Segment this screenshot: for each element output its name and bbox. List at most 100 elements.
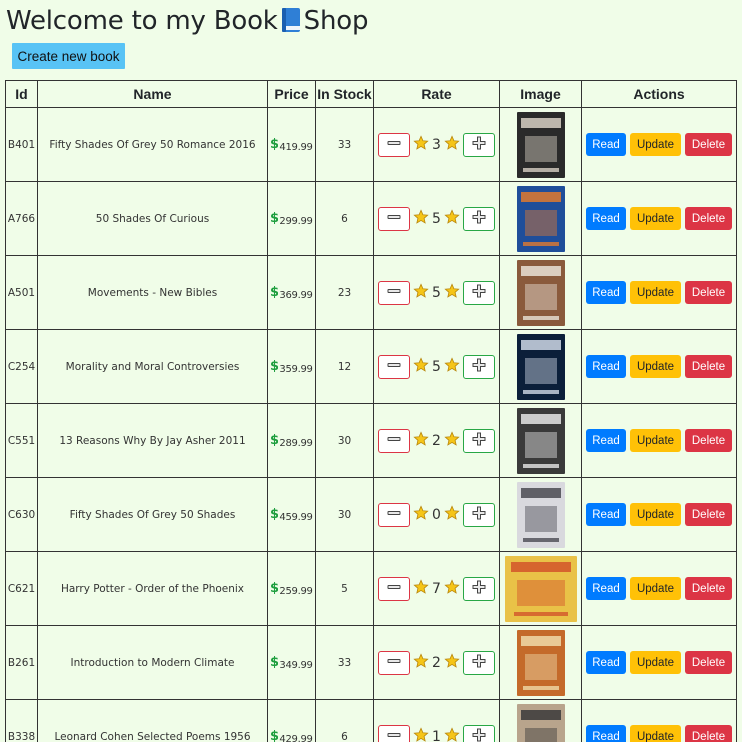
table-row: C621 Harry Potter - Order of the Phoenix $… — [5, 551, 737, 626]
minus-icon — [386, 579, 402, 598]
delete-button[interactable]: Delete — [685, 725, 732, 742]
book-cover-image — [516, 185, 565, 252]
actions-cell: Read Update Delete — [581, 329, 737, 404]
table-row: B338 Leonard Cohen Selected Poems 1956 $42… — [5, 699, 737, 742]
column-header-image: Image — [499, 80, 582, 108]
update-button[interactable]: Update — [630, 207, 681, 230]
star-icon — [413, 357, 429, 376]
update-button[interactable]: Update — [630, 133, 681, 156]
star-icon — [444, 579, 460, 598]
update-button[interactable]: Update — [630, 577, 681, 600]
rate-value: 3 — [432, 136, 441, 153]
rate-value: 7 — [432, 580, 441, 597]
read-button[interactable]: Read — [586, 651, 626, 674]
book-price: 349.99 — [279, 660, 313, 671]
book-stock: 5 — [315, 551, 374, 626]
read-button[interactable]: Read — [586, 577, 626, 600]
rate-cell: 1 — [373, 699, 500, 742]
decrease-rate-button[interactable] — [378, 576, 411, 601]
rate-value: 5 — [432, 210, 441, 227]
read-button[interactable]: Read — [586, 355, 626, 378]
decrease-rate-button[interactable] — [378, 206, 411, 231]
read-button[interactable]: Read — [586, 429, 626, 452]
increase-rate-button[interactable] — [462, 280, 495, 305]
page-title: Welcome to my Book Shop — [6, 3, 368, 43]
book-cover-image — [516, 629, 565, 696]
decrease-rate-button[interactable] — [378, 724, 411, 742]
star-icon — [413, 209, 429, 228]
column-header-name: Name — [37, 80, 268, 108]
book-price: 419.99 — [279, 142, 313, 153]
minus-icon — [386, 653, 402, 672]
book-stock: 30 — [315, 477, 374, 552]
update-button[interactable]: Update — [630, 651, 681, 674]
minus-icon — [386, 431, 402, 450]
read-button[interactable]: Read — [586, 503, 626, 526]
minus-icon — [386, 135, 402, 154]
star-icon — [413, 727, 429, 742]
book-price: 359.99 — [279, 364, 313, 375]
dollar-sign-icon: $ — [270, 580, 279, 597]
book-stock: 23 — [315, 255, 374, 330]
update-button[interactable]: Update — [630, 503, 681, 526]
delete-button[interactable]: Delete — [685, 355, 732, 378]
increase-rate-button[interactable] — [462, 206, 495, 231]
dollar-sign-icon: $ — [270, 654, 279, 671]
book-id: A766 — [5, 181, 38, 256]
decrease-rate-button[interactable] — [378, 354, 411, 379]
book-stock: 33 — [315, 625, 374, 700]
increase-rate-button[interactable] — [462, 502, 495, 527]
increase-rate-button[interactable] — [462, 724, 495, 742]
book-name: 50 Shades Of Curious — [37, 181, 268, 256]
dollar-sign-icon: $ — [270, 136, 279, 153]
update-button[interactable]: Update — [630, 429, 681, 452]
delete-button[interactable]: Delete — [685, 577, 732, 600]
read-button[interactable]: Read — [586, 725, 626, 742]
actions-cell: Read Update Delete — [581, 181, 737, 256]
increase-rate-button[interactable] — [462, 650, 495, 675]
actions-cell: Read Update Delete — [581, 477, 737, 552]
rate-cell: 5 — [373, 329, 500, 404]
read-button[interactable]: Read — [586, 281, 626, 304]
read-button[interactable]: Read — [586, 133, 626, 156]
update-button[interactable]: Update — [630, 281, 681, 304]
delete-button[interactable]: Delete — [685, 281, 732, 304]
book-id: B401 — [5, 107, 38, 182]
column-header-id: Id — [5, 80, 38, 108]
minus-icon — [386, 283, 402, 302]
decrease-rate-button[interactable] — [378, 650, 411, 675]
plus-icon — [471, 135, 487, 154]
book-price-cell: $289.99 — [267, 403, 316, 478]
increase-rate-button[interactable] — [462, 576, 495, 601]
delete-button[interactable]: Delete — [685, 429, 732, 452]
page-title-before: Welcome to my Book — [6, 6, 278, 36]
dollar-sign-icon: $ — [270, 358, 279, 375]
delete-button[interactable]: Delete — [685, 133, 732, 156]
delete-button[interactable]: Delete — [685, 503, 732, 526]
delete-button[interactable]: Delete — [685, 651, 732, 674]
read-button[interactable]: Read — [586, 207, 626, 230]
increase-rate-button[interactable] — [462, 428, 495, 453]
increase-rate-button[interactable] — [462, 132, 495, 157]
page-title-after: Shop — [303, 6, 369, 36]
plus-icon — [471, 283, 487, 302]
book-name: Morality and Moral Controversies — [37, 329, 268, 404]
star-icon — [413, 653, 429, 672]
star-icon — [413, 505, 429, 524]
decrease-rate-button[interactable] — [378, 502, 411, 527]
decrease-rate-button[interactable] — [378, 132, 411, 157]
actions-cell: Read Update Delete — [581, 403, 737, 478]
star-icon — [444, 431, 460, 450]
decrease-rate-button[interactable] — [378, 428, 411, 453]
delete-button[interactable]: Delete — [685, 207, 732, 230]
dollar-sign-icon: $ — [270, 210, 279, 227]
book-image-cell — [499, 181, 582, 256]
book-price-cell: $429.99 — [267, 699, 316, 742]
update-button[interactable]: Update — [630, 725, 681, 742]
book-id: B338 — [5, 699, 38, 742]
increase-rate-button[interactable] — [462, 354, 495, 379]
rate-value: 2 — [432, 654, 441, 671]
decrease-rate-button[interactable] — [378, 280, 411, 305]
create-new-book-button[interactable]: Create new book — [12, 43, 125, 69]
update-button[interactable]: Update — [630, 355, 681, 378]
